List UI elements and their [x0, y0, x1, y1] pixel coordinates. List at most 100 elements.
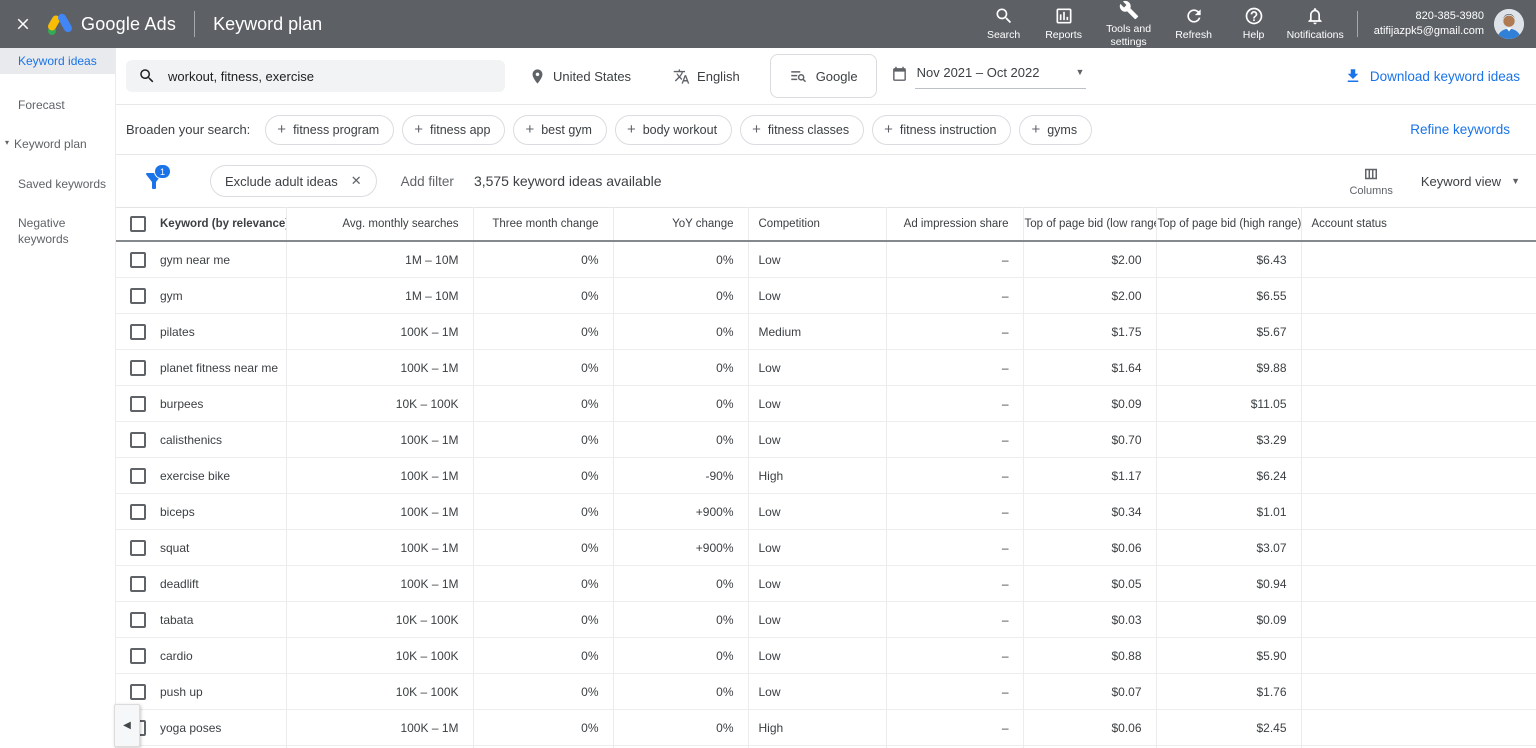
nav-item-reports[interactable]: Reports — [1034, 6, 1094, 41]
remove-filter-icon[interactable]: ✕ — [351, 173, 362, 189]
cell-three_month_change: 0% — [473, 350, 613, 386]
keyword-label: squat — [160, 541, 189, 555]
keyword-view-selector[interactable]: Keyword view ▼ — [1421, 174, 1520, 189]
cell-avg_monthly_searches: 10K – 100K — [286, 386, 473, 422]
download-keyword-ideas-button[interactable]: Download keyword ideas — [1344, 67, 1520, 85]
cell-competition: Low — [748, 422, 886, 458]
close-icon[interactable] — [14, 14, 34, 34]
column-header-avg_monthly_searches[interactable]: Avg. monthly searches — [286, 208, 473, 242]
broaden-chip-best-gym[interactable]: +best gym — [513, 115, 606, 145]
network-selector[interactable]: Google — [770, 54, 877, 98]
keyword-label: gym near me — [160, 253, 230, 267]
location-pin-icon — [529, 68, 546, 85]
row-checkbox[interactable] — [130, 540, 146, 556]
row-checkbox[interactable] — [130, 360, 146, 376]
row-checkbox[interactable] — [130, 396, 146, 412]
date-range-picker[interactable]: Nov 2021 – Oct 2022 ▼ — [891, 64, 1087, 89]
sidebar-item-forecast[interactable]: Forecast — [0, 92, 115, 118]
sidebar-item-negative-keywords[interactable]: Negative keywords — [0, 210, 115, 252]
cell-account_status — [1301, 638, 1536, 674]
cell-avg_monthly_searches: 100K – 1M — [286, 458, 473, 494]
cell-avg_monthly_searches: 100K – 1M — [286, 494, 473, 530]
sidebar-item-keyword-plan[interactable]: ▾Keyword plan — [0, 131, 115, 157]
broaden-chip-fitness-classes[interactable]: +fitness classes — [740, 115, 864, 145]
chip-label: fitness program — [293, 123, 379, 137]
row-checkbox[interactable] — [130, 324, 146, 340]
keyword-table-wrap: Keyword (by relevance)Avg. monthly searc… — [116, 207, 1536, 748]
broaden-chip-gyms[interactable]: +gyms — [1019, 115, 1092, 145]
view-label: Keyword view — [1421, 174, 1501, 189]
google-ads-logo-icon — [46, 12, 72, 36]
sidebar-item-keyword-ideas[interactable]: Keyword ideas — [0, 48, 115, 74]
row-checkbox[interactable] — [130, 252, 146, 268]
cell-ad_impression_share: – — [886, 602, 1023, 638]
row-checkbox[interactable] — [130, 504, 146, 520]
language-selector[interactable]: English — [673, 68, 740, 85]
google-ads-brand[interactable]: Google Ads — [46, 12, 176, 36]
sidebar-item-saved-keywords[interactable]: Saved keywords — [0, 171, 115, 197]
column-header-top_bid_low[interactable]: Top of page bid (low range) — [1023, 208, 1156, 242]
table-body: gym near me1M – 10M0%0%Low–$2.00$6.43gym… — [116, 241, 1536, 748]
filter-funnel-icon[interactable]: 1 — [142, 169, 166, 193]
column-header-label: Keyword (by relevance) — [160, 218, 286, 230]
row-checkbox[interactable] — [130, 648, 146, 664]
active-filter-chip[interactable]: Exclude adult ideas ✕ — [210, 165, 377, 197]
cell-three_month_change: 0% — [473, 638, 613, 674]
search-network-icon — [789, 67, 807, 85]
column-header-yoy_change[interactable]: YoY change — [613, 208, 748, 242]
cell-top_bid_low: $0.34 — [1023, 494, 1156, 530]
keyword-cell: tabata — [116, 602, 286, 638]
nav-item-search[interactable]: Search — [974, 6, 1034, 41]
select-all-checkbox[interactable] — [130, 216, 146, 232]
nav-item-refresh[interactable]: Refresh — [1164, 6, 1224, 41]
add-filter-button[interactable]: Add filter — [401, 174, 454, 189]
refine-keywords-link[interactable]: Refine keywords — [1410, 122, 1510, 137]
nav-item-help[interactable]: Help — [1224, 6, 1284, 41]
cell-top_bid_high: $1.76 — [1156, 674, 1301, 710]
column-header-competition[interactable]: Competition — [748, 208, 886, 242]
cell-account_status — [1301, 602, 1536, 638]
keyword-label: exercise bike — [160, 469, 230, 483]
broaden-chip-fitness-app[interactable]: +fitness app — [402, 115, 505, 145]
keyword-search-box[interactable] — [126, 60, 505, 92]
account-info: 820-385-3980 atifijazpk5@gmail.com — [1374, 9, 1484, 40]
filter-bar: 1 Exclude adult ideas ✕ Add filter 3,575… — [116, 155, 1536, 207]
nav-item-notifications[interactable]: Notifications — [1284, 6, 1347, 41]
column-header-three_month_change[interactable]: Three month change — [473, 208, 613, 242]
broaden-chip-body-workout[interactable]: +body workout — [615, 115, 732, 145]
column-header-top_bid_high[interactable]: Top of page bid (high range) — [1156, 208, 1301, 242]
nav-item-label: Help — [1243, 29, 1265, 41]
plus-icon: + — [525, 121, 534, 138]
avatar[interactable] — [1494, 9, 1524, 39]
column-header-account_status[interactable]: Account status — [1301, 208, 1536, 242]
table-row: cardio10K – 100K0%0%Low–$0.88$5.90 — [116, 638, 1536, 674]
keyword-cell: biceps — [116, 494, 286, 530]
cell-top_bid_high: $3.29 — [1156, 422, 1301, 458]
location-selector[interactable]: United States — [529, 68, 631, 85]
table-scroll-left-button[interactable]: ◀ — [114, 704, 140, 747]
search-input[interactable] — [166, 68, 493, 85]
broaden-chip-fitness-program[interactable]: +fitness program — [265, 115, 394, 145]
plus-icon: + — [627, 121, 636, 138]
row-checkbox[interactable] — [130, 468, 146, 484]
plus-icon: + — [752, 121, 761, 138]
row-checkbox[interactable] — [130, 612, 146, 628]
brand-name: Google Ads — [81, 14, 176, 35]
table-row: planet fitness near me100K – 1M0%0%Low–$… — [116, 350, 1536, 386]
cell-top_bid_high: $0.09 — [1156, 602, 1301, 638]
cell-top_bid_low: $0.07 — [1023, 674, 1156, 710]
broaden-chip-fitness-instruction[interactable]: +fitness instruction — [872, 115, 1011, 145]
cell-top_bid_high: $0.94 — [1156, 566, 1301, 602]
columns-button[interactable]: Columns — [1349, 165, 1392, 197]
row-checkbox[interactable] — [130, 432, 146, 448]
cell-ad_impression_share: – — [886, 494, 1023, 530]
cell-yoy_change: -90% — [613, 458, 748, 494]
row-checkbox[interactable] — [130, 288, 146, 304]
cell-competition: Low — [748, 674, 886, 710]
row-checkbox[interactable] — [130, 684, 146, 700]
row-checkbox[interactable] — [130, 576, 146, 592]
column-header-ad_impression_share[interactable]: Ad impression share — [886, 208, 1023, 242]
table-row: gym1M – 10M0%0%Low–$2.00$6.55 — [116, 278, 1536, 314]
nav-item-tools-and-settings[interactable]: Tools and settings — [1094, 0, 1164, 47]
calendar-icon — [891, 64, 908, 83]
